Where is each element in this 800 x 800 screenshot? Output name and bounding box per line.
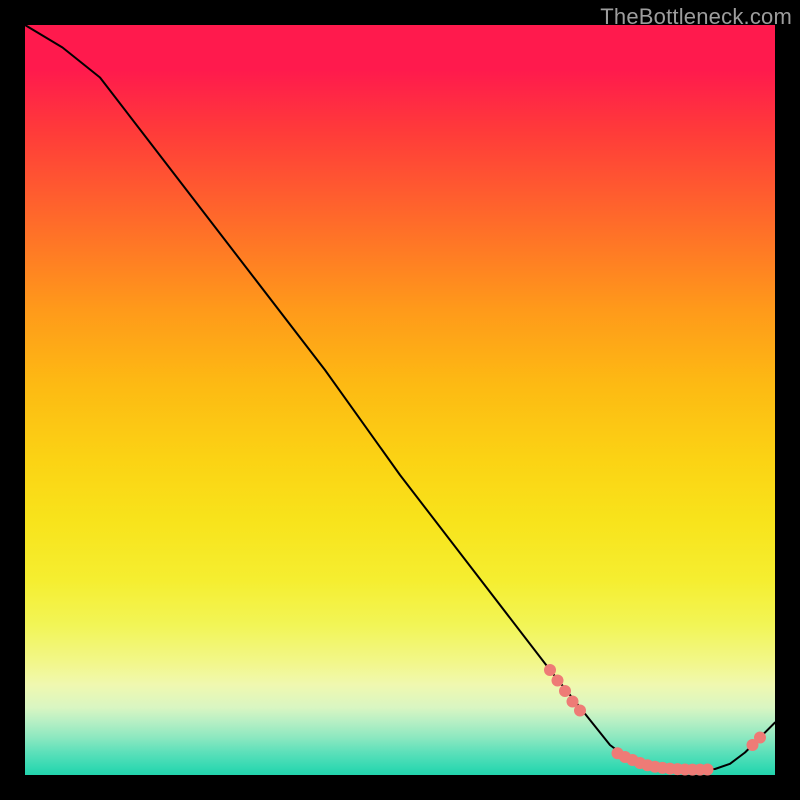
watermark-text: TheBottleneck.com (600, 4, 792, 30)
chart-marker (574, 705, 586, 717)
chart-marker (702, 764, 714, 776)
chart-marker (754, 732, 766, 744)
chart-marker (559, 685, 571, 697)
chart-overlay (25, 25, 775, 775)
chart-marker (544, 664, 556, 676)
chart-marker (552, 675, 564, 687)
bottleneck-curve (25, 25, 775, 770)
chart-markers (544, 664, 766, 776)
chart-stage: TheBottleneck.com (0, 0, 800, 800)
